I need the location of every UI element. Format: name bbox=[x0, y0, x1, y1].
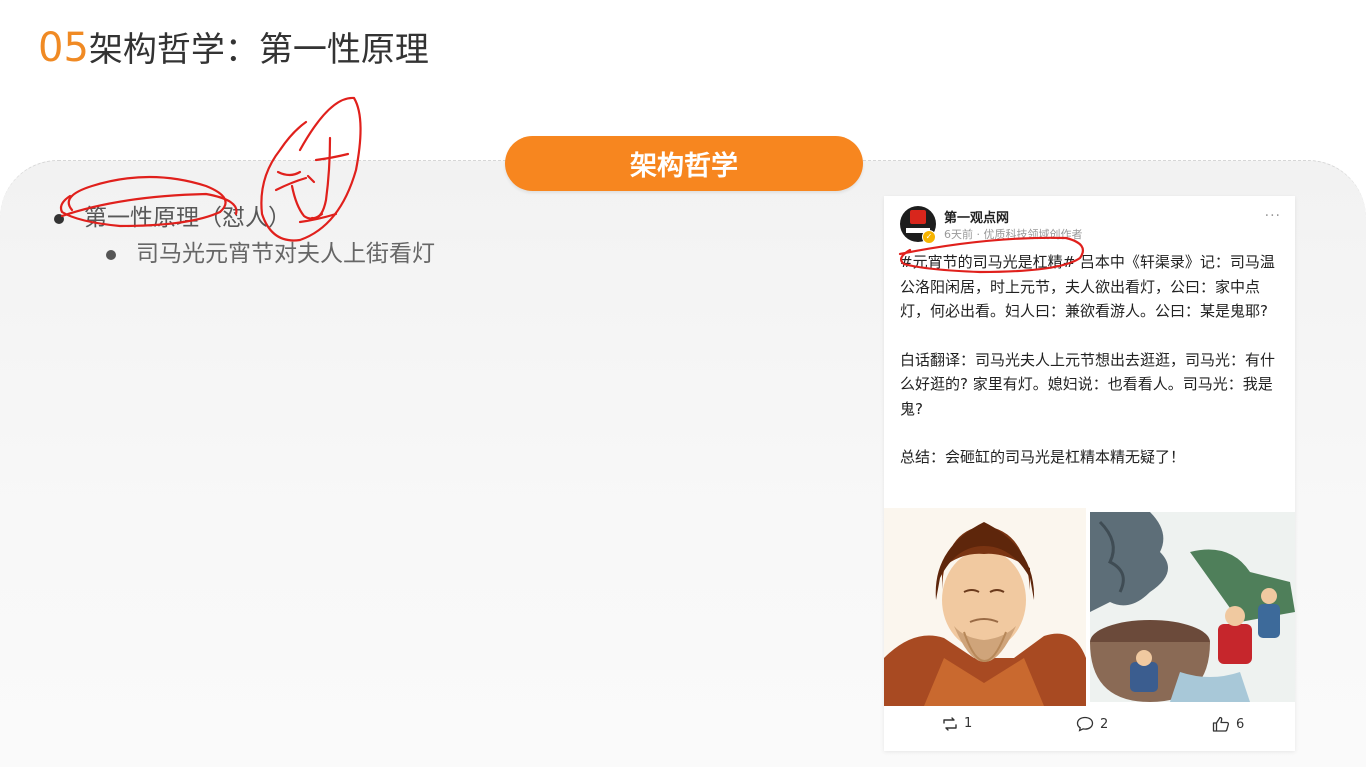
slide-title-number: 05 bbox=[38, 25, 89, 71]
post-paragraph-3: 总结：会砸缸的司马光是杠精本精无疑了！ bbox=[900, 448, 1186, 466]
more-icon[interactable]: ··· bbox=[1265, 208, 1281, 224]
ink-handwritten-glyph: 怼 bbox=[1, 0, 2, 2]
repost-button[interactable]: 1 bbox=[942, 716, 972, 731]
post-meta: 6天前 · 优质科技领域创作者 bbox=[944, 228, 1083, 241]
slide-title: 05架构哲学：第一性原理 bbox=[38, 22, 429, 76]
like-button[interactable]: 6 bbox=[1212, 716, 1244, 732]
portrait-illustration bbox=[884, 508, 1086, 706]
post-body: #元宵节的司马光是杠精# 吕本中《轩渠录》记：司马温公洛阳闲居，时上元节，夫人欲… bbox=[900, 250, 1282, 494]
slide-title-text: 架构哲学：第一性原理 bbox=[88, 30, 429, 70]
comment-icon bbox=[1076, 716, 1094, 732]
repost-count: 1 bbox=[964, 716, 973, 731]
post-paragraph-2: 白话翻译：司马光夫人上元节想出去逛逛，司马光：有什么好逛的? 家里有灯。媳妇说：… bbox=[900, 350, 1276, 418]
thumbs-up-icon bbox=[1212, 716, 1230, 732]
repost-icon bbox=[943, 716, 957, 731]
post-image-portrait[interactable] bbox=[884, 508, 1086, 706]
post-image-scene[interactable] bbox=[1090, 512, 1295, 702]
post-author[interactable]: 第一观点网 bbox=[944, 207, 1009, 226]
post-paragraph-1: #元宵节的司马光是杠精# 吕本中《轩渠录》记：司马温公洛阳闲居，时上元节，夫人欲… bbox=[900, 253, 1275, 320]
scene-illustration bbox=[1090, 512, 1295, 702]
social-post-card: ✓ 第一观点网 6天前 · 优质科技领域创作者 ··· #元宵节的司马光是杠精#… bbox=[884, 196, 1295, 751]
section-pill: 架构哲学 bbox=[505, 136, 863, 191]
post-images bbox=[884, 508, 1295, 706]
bullet-sima-guang: 司马光元宵节对夫人上街看灯 bbox=[106, 236, 435, 272]
like-count: 6 bbox=[1236, 716, 1245, 732]
bullet-list: 第一性原理（怼人） 司马光元宵节对夫人上街看灯 bbox=[54, 200, 435, 272]
bullet-first-principle: 第一性原理（怼人） bbox=[54, 200, 435, 236]
comment-button[interactable]: 2 bbox=[1076, 716, 1108, 732]
avatar-logo-icon bbox=[910, 210, 926, 224]
post-actions: 1 2 6 bbox=[884, 716, 1295, 742]
verified-badge-icon: ✓ bbox=[922, 230, 936, 244]
comment-count: 2 bbox=[1100, 716, 1109, 732]
